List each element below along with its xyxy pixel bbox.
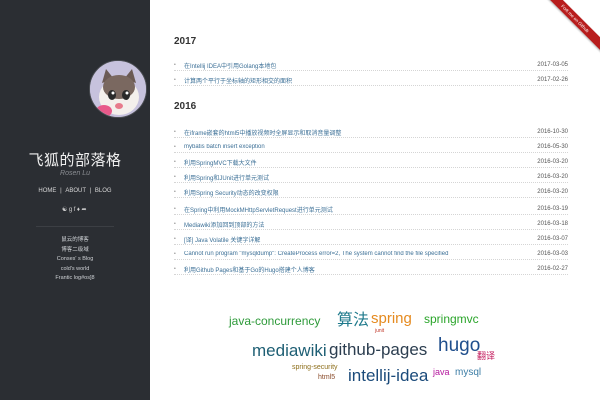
row-divider — [174, 274, 568, 275]
post-title[interactable]: 计算两个平行于坐标轴的矩形相交的面积 — [184, 76, 508, 85]
tag-translation[interactable]: 翻译 — [477, 352, 495, 361]
post-row[interactable]: • 利用SpringMVC下载大文件 2016-03-20 — [174, 156, 568, 168]
post-title[interactable]: 在Intellij IDEA中引用Golang本地包 — [184, 61, 508, 70]
nav-blog[interactable]: BLOG — [95, 188, 112, 194]
friend-link[interactable]: Frantic log#os]8 — [0, 274, 150, 284]
bullet-icon: • — [174, 206, 176, 212]
site-title[interactable]: 飞狐的部落格 — [0, 149, 150, 170]
post-row[interactable]: • 利用Github Pages和基于Go的Hugo搭建个人博客 2016-02… — [174, 263, 568, 275]
post-title[interactable]: 在Spring中利用MockMHttpServletRequest进行单元测试 — [184, 205, 508, 214]
tag-spring[interactable]: spring — [371, 311, 412, 326]
post-row[interactable]: • 在iframe嵌套的html5中播放视频时全屏显示和取消音量调整 2016-… — [174, 126, 568, 138]
nav-home[interactable]: HOME — [38, 188, 56, 194]
post-title[interactable]: [译] Java Volatile 关键字详解 — [184, 235, 508, 244]
post-title[interactable]: Mediawiki添加回到顶部的方法 — [184, 220, 508, 229]
tag-springmvc[interactable]: springmvc — [424, 313, 479, 325]
bullet-icon: • — [174, 174, 176, 180]
site-nav: HOME | ABOUT | BLOG — [0, 188, 150, 194]
post-date: 2016-03-20 — [537, 174, 568, 180]
post-row[interactable]: • 计算两个平行于坐标轴的矩形相交的面积 2017-02-26 — [174, 74, 568, 86]
tag-intellij-idea[interactable]: intellij-idea — [348, 367, 428, 384]
friend-link[interactable]: Conses' s Blog — [0, 255, 150, 265]
bullet-icon: • — [174, 189, 176, 195]
post-date: 2016-03-20 — [537, 189, 568, 195]
row-divider — [174, 137, 568, 138]
bullet-icon: • — [174, 221, 176, 227]
year-heading: 2017 — [174, 36, 197, 47]
post-date: 2017-02-26 — [537, 77, 568, 83]
post-title[interactable]: 利用Spring Security动态的改变权限 — [184, 188, 508, 197]
post-row[interactable]: • mybatis batch insert exception 2016-05… — [174, 141, 568, 153]
share-icon[interactable]: ➦ — [81, 207, 88, 213]
bullet-icon: • — [174, 159, 176, 165]
post-row[interactable]: • 利用Spring和JUnit进行单元测试 2016-03-20 — [174, 171, 568, 183]
row-divider — [174, 214, 568, 215]
post-date: 2016-03-20 — [537, 159, 568, 165]
row-divider — [174, 182, 568, 183]
bullet-icon: • — [174, 236, 176, 242]
post-date: 2016-03-19 — [537, 206, 568, 212]
tag-mysql[interactable]: mysql — [455, 368, 481, 378]
post-row[interactable]: • Cannot run program "mysqldump": Create… — [174, 248, 568, 260]
post-title[interactable]: Cannot run program "mysqldump": CreatePr… — [184, 251, 508, 257]
tag-hugo[interactable]: hugo — [438, 336, 480, 355]
tag-github-pages[interactable]: github-pages — [329, 341, 427, 358]
row-divider — [174, 229, 568, 230]
social-links: ☯gf♦➦ — [0, 206, 150, 213]
bullet-icon: • — [174, 62, 176, 68]
row-divider — [174, 244, 568, 245]
bullet-icon: • — [174, 129, 176, 135]
github-icon[interactable]: ☯ — [62, 207, 69, 213]
row-divider — [174, 197, 568, 198]
bullet-icon: • — [174, 144, 176, 150]
sidebar: 飞狐的部落格 Rosen Lu HOME | ABOUT | BLOG ☯gf♦… — [0, 0, 150, 400]
bullet-icon: • — [174, 266, 176, 272]
post-title[interactable]: 利用Spring和JUnit进行单元测试 — [184, 173, 508, 182]
post-date: 2016-05-30 — [537, 144, 568, 150]
nav-separator: | — [89, 188, 92, 194]
site-subtitle: Rosen Lu — [60, 170, 90, 177]
avatar[interactable] — [89, 60, 147, 118]
post-date: 2016-02-27 — [537, 266, 568, 272]
bullet-icon: • — [174, 77, 176, 83]
row-divider — [174, 70, 568, 71]
post-date: 2016-03-07 — [537, 236, 568, 242]
post-title[interactable]: mybatis batch insert exception — [184, 144, 508, 150]
tag-junit[interactable]: junit — [375, 329, 384, 334]
sidebar-divider — [36, 226, 114, 227]
friend-link[interactable]: cold's world — [0, 265, 150, 275]
post-row[interactable]: • Mediawiki添加回到顶部的方法 2016-03-18 — [174, 218, 568, 230]
github-ribbon: Fork me on Github — [536, 0, 600, 64]
tag-java[interactable]: java — [433, 368, 450, 377]
year-heading: 2016 — [174, 101, 197, 112]
tag-html5[interactable]: html5 — [318, 374, 335, 381]
nav-separator: | — [60, 188, 62, 194]
row-divider — [174, 167, 568, 168]
row-divider — [174, 259, 568, 260]
post-row[interactable]: • [译] Java Volatile 关键字详解 2016-03-07 — [174, 233, 568, 245]
nav-about[interactable]: ABOUT — [65, 188, 86, 194]
friend-link[interactable]: 博客二级域 — [0, 246, 150, 256]
row-divider — [174, 152, 568, 153]
post-row[interactable]: • 在Intellij IDEA中引用Golang本地包 2017-03-05 — [174, 59, 568, 71]
post-row[interactable]: • 在Spring中利用MockMHttpServletRequest进行单元测… — [174, 203, 568, 215]
post-date: 2016-10-30 — [537, 129, 568, 135]
fork-me-ribbon[interactable]: Fork me on Github — [539, 0, 600, 54]
post-date: 2017-03-05 — [537, 62, 568, 68]
post-date: 2016-03-03 — [537, 251, 568, 257]
friend-links: 鼠云的博客 博客二级域 Conses' s Blog cold's world … — [0, 236, 150, 284]
friend-link[interactable]: 鼠云的博客 — [0, 236, 150, 246]
post-title[interactable]: 利用SpringMVC下载大文件 — [184, 158, 508, 167]
post-title[interactable]: 利用Github Pages和基于Go的Hugo搭建个人博客 — [184, 265, 508, 274]
row-divider — [174, 85, 568, 86]
post-title[interactable]: 在iframe嵌套的html5中播放视频时全屏显示和取消音量调整 — [184, 128, 508, 137]
tag-spring-security[interactable]: spring-security — [292, 364, 338, 371]
tag-mediawiki[interactable]: mediawiki — [252, 342, 327, 359]
post-date: 2016-03-18 — [537, 221, 568, 227]
bullet-icon: • — [174, 251, 176, 257]
tag-algorithm[interactable]: 算法 — [337, 313, 369, 329]
tag-java-concurrency[interactable]: java-concurrency — [229, 315, 320, 327]
post-row[interactable]: • 利用Spring Security动态的改变权限 2016-03-20 — [174, 186, 568, 198]
